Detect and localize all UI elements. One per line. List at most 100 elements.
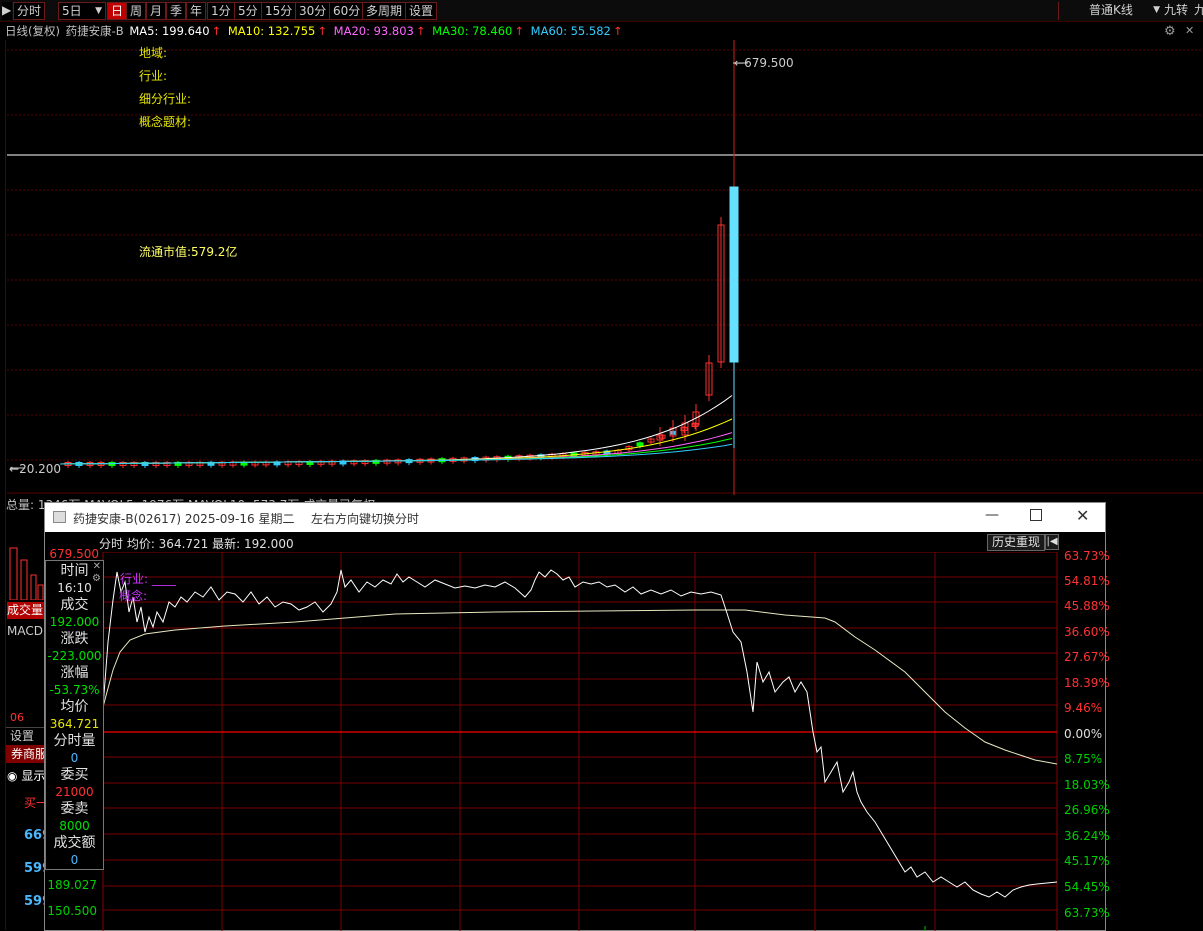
- right-axis-label: 9.46%: [1064, 701, 1103, 715]
- amount-value: 0: [70, 853, 79, 867]
- gear-icon[interactable]: ⚙: [1164, 24, 1176, 39]
- right-axis-label: 63.73%: [1064, 906, 1110, 920]
- tab-daily[interactable]: 日: [107, 2, 128, 20]
- candle-body: [636, 442, 644, 447]
- right-axis-label: 54.81%: [1064, 574, 1110, 588]
- right-axis-label: 18.39%: [1064, 676, 1110, 690]
- region-label: 地域:: [139, 46, 168, 60]
- pct-value: -53.73%: [49, 683, 100, 697]
- ma30-value: MA30: 78.460: [432, 24, 513, 38]
- right-axis-label: 63.73%: [1064, 549, 1110, 563]
- right-axis-label: 18.03%: [1064, 778, 1110, 792]
- up-arrow-icon: ↑: [211, 24, 222, 38]
- right-axis-label: 45.17%: [1064, 854, 1110, 868]
- volume-mini-bars: [9, 547, 44, 600]
- broker-tab[interactable]: 券商服: [6, 745, 44, 763]
- candle-body: [729, 186, 739, 363]
- deal-label: 成交: [60, 597, 89, 613]
- intraday-header: 分时 均价: 364.721 最新: 192.000 历史重现 |◀: [45, 532, 1105, 552]
- bid-value: 21000: [55, 785, 94, 799]
- concept-label: 概念题材:: [139, 115, 192, 129]
- play-icon[interactable]: ▶: [2, 2, 12, 20]
- ma-line: [59, 443, 733, 465]
- tab-5day[interactable]: 5日 ▼: [58, 2, 106, 20]
- popup-hint: 左右方向键切换分时: [311, 512, 420, 526]
- radio-icon: ◉: [7, 769, 18, 783]
- avg-price-line: 分时 均价: 364.721 最新: 192.000: [99, 537, 294, 551]
- avg-value: 364.721: [49, 717, 100, 731]
- left-axis-bottom: 150.500: [47, 904, 97, 918]
- up-arrow-icon: ↑: [514, 24, 524, 38]
- bid-label: 委买: [60, 767, 89, 783]
- date-fragment: 06: [10, 711, 24, 724]
- intraday-popup-window: 药捷安康-B(02617) 2025-09-16 星期二 左右方向键切换分时 —…: [44, 502, 1110, 931]
- dropdown-arrow-icon: ▼: [95, 6, 102, 16]
- left-axis-top: 679.500: [49, 547, 99, 561]
- avg-label: 均价: [60, 699, 89, 715]
- ma60-value: MA60: 55.582: [530, 24, 611, 38]
- settings-tab[interactable]: 设置: [6, 727, 44, 744]
- tab-weekly[interactable]: 周: [126, 2, 147, 20]
- right-axis-label: 0.00%: [1064, 727, 1103, 741]
- overlay-industry-label: 行业: ____: [120, 572, 176, 586]
- period-toolbar: ▶ 分时 5日 ▼ 日 周 月 季 年 1分 5分 15分 30分 60分 多周期…: [0, 0, 1203, 22]
- ma10-value: MA10: 132.755: [227, 24, 316, 38]
- volume-tab[interactable]: 成交量: [7, 602, 44, 619]
- right-axis-label: 54.45%: [1064, 880, 1110, 894]
- left-axis-label: 189.027: [47, 878, 97, 892]
- tab-yearly[interactable]: 年: [186, 2, 207, 20]
- app-icon: [53, 511, 66, 523]
- tab-30min[interactable]: 30分: [295, 2, 331, 20]
- kline-period-label: 日线(复权): [5, 24, 60, 38]
- show-toggle[interactable]: ◉ 显示: [7, 767, 45, 784]
- right-axis-label: 8.75%: [1064, 752, 1103, 766]
- intraday-chart: [102, 552, 1058, 931]
- popup-titlebar[interactable]: 药捷安康-B(02617) 2025-09-16 星期二 左右方向键切换分时 —…: [45, 503, 1105, 532]
- minimize-icon[interactable]: —: [985, 507, 999, 523]
- up-arrow-icon: ↑: [415, 24, 426, 38]
- ma-header: 日线(复权) 药捷安康-B MA5: 199.640 ↑ MA10: 132.75…: [5, 23, 625, 39]
- low-price-marker: ←20.200: [9, 462, 62, 476]
- right-axis-label: 36.60%: [1064, 625, 1110, 639]
- close-icon[interactable]: ✕: [93, 562, 101, 572]
- avg-price-line-series: [102, 609, 1058, 765]
- price-line-series: [102, 569, 1058, 898]
- tab-quarterly[interactable]: 季: [166, 2, 187, 20]
- close-icon[interactable]: ✕: [1185, 24, 1194, 37]
- tab-60min[interactable]: 60分: [329, 2, 365, 20]
- moving-average-lines: [59, 395, 733, 465]
- history-replay-button[interactable]: 历史重现: [987, 534, 1046, 551]
- gear-icon[interactable]: ⚙: [92, 574, 101, 584]
- right-axis-label: 45.88%: [1064, 599, 1110, 613]
- maximize-icon[interactable]: [1030, 509, 1042, 521]
- chart-type-select[interactable]: 普通K线 ▼: [1058, 2, 1162, 20]
- industry-label: 行业:: [139, 69, 168, 83]
- nine-turn-button[interactable]: 九转: [1164, 2, 1188, 20]
- tab-multi-period[interactable]: 多周期: [362, 2, 407, 20]
- sub-industry-label: 细分行业:: [139, 92, 192, 106]
- dropdown-arrow-icon: ▼: [1153, 5, 1160, 15]
- candlestick-series: [64, 186, 739, 468]
- change-value: -223.000: [47, 649, 102, 663]
- tab-fenshi[interactable]: 分时: [13, 2, 46, 20]
- high-price-marker: ←679.500: [734, 56, 794, 70]
- ma5-value: MA5: 199.640: [129, 24, 210, 38]
- kline-chart: [7, 40, 1203, 495]
- tab-settings[interactable]: 设置: [405, 2, 438, 20]
- float-market-cap: 流通市值:579.2亿: [139, 245, 238, 259]
- tab-1min[interactable]: 1分: [207, 2, 235, 20]
- tab-monthly[interactable]: 月: [146, 2, 167, 20]
- tab-15min[interactable]: 15分: [261, 2, 297, 20]
- collapse-icon[interactable]: |◀: [1045, 534, 1059, 550]
- right-axis-label: 36.24%: [1064, 829, 1110, 843]
- tab-5min[interactable]: 5分: [234, 2, 262, 20]
- popup-title: 药捷安康-B(02617) 2025-09-16 星期二: [73, 512, 295, 526]
- deal-value: 192.000: [49, 615, 100, 629]
- right-axis-label: 26.96%: [1064, 803, 1110, 817]
- minute-vol-value: 0: [70, 751, 79, 765]
- stock-name: 药捷安康-B: [65, 24, 124, 38]
- change-label: 涨跌: [60, 631, 89, 647]
- right-edge-label: 九: [1194, 3, 1203, 17]
- macd-label: MACD: [7, 624, 43, 638]
- close-icon[interactable]: ✕: [1076, 506, 1089, 525]
